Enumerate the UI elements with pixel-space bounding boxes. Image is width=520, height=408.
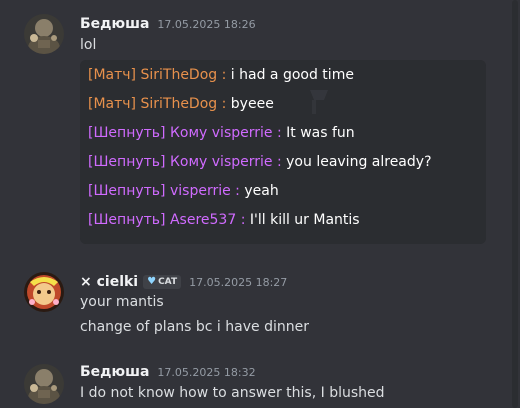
chat-log-embed: [Матч] SiriTheDog : i had a good time [М… (80, 60, 486, 244)
username[interactable]: Бедюша (80, 364, 149, 380)
message-text: change of plans bc i have dinner (80, 319, 309, 335)
chat-line-text: It was fun (286, 125, 355, 141)
username[interactable]: × cielki (80, 274, 138, 290)
player-name: Asere537 (169, 212, 237, 228)
separator: : (240, 212, 246, 228)
channel-tag: [Матч] (88, 96, 137, 112)
channel-tag: [Шепнуть] (88, 154, 166, 170)
player-name: SiriTheDog (140, 96, 218, 112)
avatar[interactable] (24, 272, 64, 312)
chat-line-text: i had a good time (230, 67, 354, 83)
channel-tag: [Матч] (88, 67, 137, 83)
username[interactable]: Бедюша (80, 16, 149, 32)
separator: : (221, 96, 227, 112)
chat-log-line: [Шепнуть] visperrie : yeah (88, 183, 279, 199)
chat-log-line: [Матч] SiriTheDog : byeee (88, 96, 274, 112)
player-name: Кому visperrie (169, 125, 273, 141)
timestamp: 17.05.2025 18:27 (189, 276, 288, 289)
avatar[interactable] (24, 364, 64, 404)
timestamp: 17.05.2025 18:32 (157, 366, 256, 379)
chat-line-text: I'll kill ur Mantis (249, 212, 360, 228)
chat-line-text: byeee (230, 96, 274, 112)
message-text: your mantis (80, 294, 164, 310)
guild-tag-badge[interactable]: ♥ CAT (143, 274, 182, 289)
badge-label: CAT (158, 276, 178, 287)
timestamp: 17.05.2025 18:26 (157, 18, 256, 31)
player-name: Кому visperrie (169, 154, 273, 170)
channel-tag: [Шепнуть] (88, 212, 166, 228)
chat-log-line: [Матч] SiriTheDog : i had a good time (88, 67, 354, 83)
message-text: I do not know how to answer this, I blus… (80, 385, 385, 401)
chat-view: Бедюша 17.05.2025 18:26 lol [Матч] SiriT… (0, 0, 520, 408)
separator: : (235, 183, 240, 199)
channel-tag: [Шепнуть] (88, 125, 166, 141)
heart-icon: ♥ (147, 276, 157, 287)
chat-log-line: [Шепнуть] Кому visperrie : It was fun (88, 125, 355, 141)
scrollbar[interactable] (512, 0, 518, 408)
separator: : (276, 125, 282, 141)
player-name: SiriTheDog (140, 67, 218, 83)
channel-tag: [Шепнуть] (88, 183, 166, 199)
message-text: lol (80, 37, 97, 53)
separator: : (276, 154, 282, 170)
player-name: visperrie (169, 183, 231, 199)
chat-line-text: yeah (244, 183, 279, 199)
separator: : (221, 67, 227, 83)
chat-log-line: [Шепнуть] Кому visperrie : you leaving a… (88, 154, 432, 170)
chat-line-text: you leaving already? (286, 154, 432, 170)
chat-log-line: [Шепнуть] Asere537 : I'll kill ur Mantis (88, 212, 360, 228)
avatar[interactable] (24, 14, 64, 54)
